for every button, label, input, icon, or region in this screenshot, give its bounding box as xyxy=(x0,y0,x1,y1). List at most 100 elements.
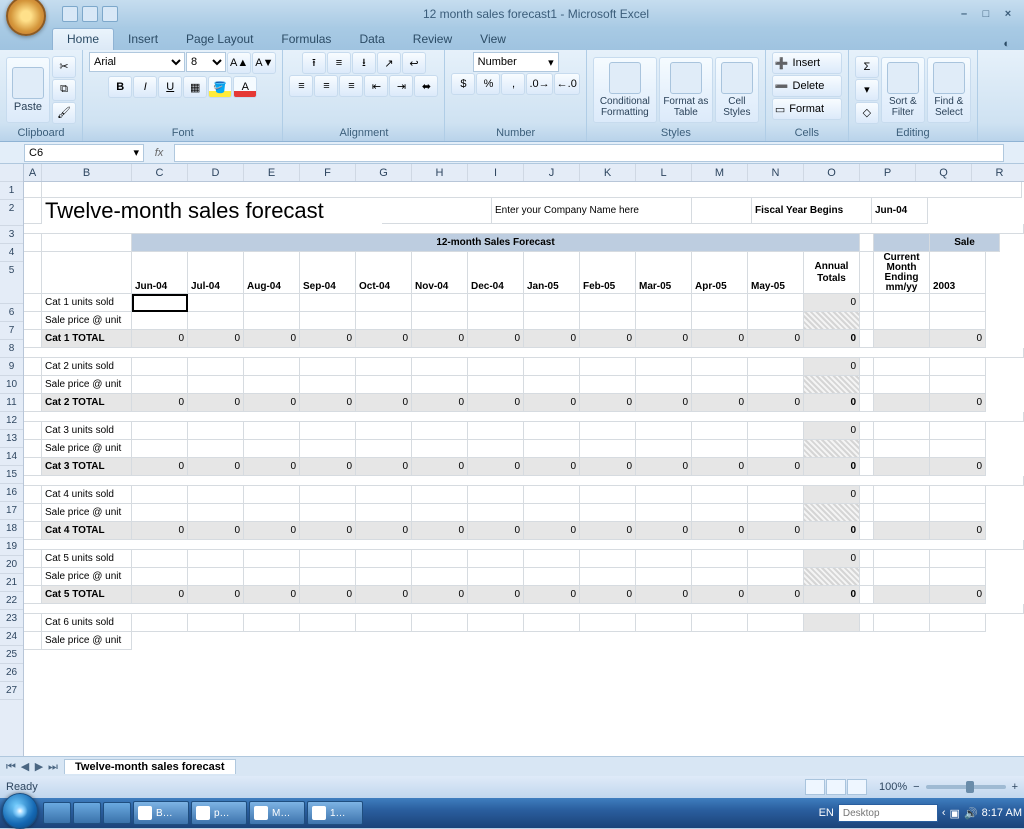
row-units-4[interactable]: Cat 5 units sold xyxy=(42,550,132,568)
units-total-3[interactable]: 0 xyxy=(804,486,860,504)
formula-bar[interactable] xyxy=(174,144,1004,162)
autosum-icon[interactable]: Σ xyxy=(855,56,879,78)
selected-cell[interactable] xyxy=(132,294,188,312)
ie-icon[interactable] xyxy=(43,802,71,824)
format-painter-icon[interactable]: 🖌 xyxy=(52,102,76,124)
row-units-1[interactable]: Cat 2 units sold xyxy=(42,358,132,376)
forecast-band[interactable]: 12-month Sales Forecast xyxy=(132,234,860,252)
total-1-10[interactable]: 0 xyxy=(692,394,748,412)
underline-button[interactable]: U xyxy=(158,76,182,98)
row-price-2[interactable]: Sale price @ unit xyxy=(42,440,132,458)
total-0-3[interactable]: 0 xyxy=(300,330,356,348)
align-top-icon[interactable]: ⭱ xyxy=(302,52,326,74)
total-2-10[interactable]: 0 xyxy=(692,458,748,476)
row-units-2[interactable]: Cat 3 units sold xyxy=(42,422,132,440)
total-1-8[interactable]: 0 xyxy=(580,394,636,412)
taskbar-app[interactable]: 1… xyxy=(307,801,363,825)
language-indicator[interactable]: EN xyxy=(819,807,834,819)
total-0-11[interactable]: 0 xyxy=(748,330,804,348)
units-total-4[interactable]: 0 xyxy=(804,550,860,568)
merge-center-icon[interactable]: ⬌ xyxy=(414,75,438,97)
align-middle-icon[interactable]: ≡ xyxy=(327,52,351,74)
col-header-F[interactable]: F xyxy=(300,164,356,181)
font-color-icon[interactable]: A xyxy=(233,76,257,98)
row-header-25[interactable]: 25 xyxy=(0,646,23,664)
row-header-13[interactable]: 13 xyxy=(0,430,23,448)
annual-total-3[interactable]: 0 xyxy=(804,522,860,540)
media-icon[interactable] xyxy=(103,802,131,824)
row-header-22[interactable]: 22 xyxy=(0,592,23,610)
sheet-tab[interactable]: Twelve-month sales forecast xyxy=(64,759,236,774)
row-header-11[interactable]: 11 xyxy=(0,394,23,412)
annual-total-0[interactable]: 0 xyxy=(804,330,860,348)
col-header-M[interactable]: M xyxy=(692,164,748,181)
col-header-K[interactable]: K xyxy=(580,164,636,181)
col-header-R[interactable]: R xyxy=(972,164,1024,181)
right-total-1[interactable]: 0 xyxy=(930,394,986,412)
total-4-5[interactable]: 0 xyxy=(412,586,468,604)
row-header-10[interactable]: 10 xyxy=(0,376,23,394)
format-as-table-button[interactable]: Format as Table xyxy=(659,57,713,123)
row-price-4[interactable]: Sale price @ unit xyxy=(42,568,132,586)
total-4-1[interactable]: 0 xyxy=(188,586,244,604)
decrease-decimal-icon[interactable]: ←.0 xyxy=(554,73,580,95)
paste-button[interactable]: Paste xyxy=(6,57,50,123)
month-hdr-0[interactable]: Jun-04 xyxy=(132,252,188,294)
total-0-4[interactable]: 0 xyxy=(356,330,412,348)
total-2-1[interactable]: 0 xyxy=(188,458,244,476)
total-1-7[interactable]: 0 xyxy=(524,394,580,412)
total-3-7[interactable]: 0 xyxy=(524,522,580,540)
col-header-D[interactable]: D xyxy=(188,164,244,181)
total-1-11[interactable]: 0 xyxy=(748,394,804,412)
col-header-J[interactable]: J xyxy=(524,164,580,181)
cell-styles-button[interactable]: Cell Styles xyxy=(715,57,759,123)
total-0-6[interactable]: 0 xyxy=(468,330,524,348)
save-icon[interactable] xyxy=(62,6,78,22)
row-total-0[interactable]: Cat 1 TOTAL xyxy=(42,330,132,348)
row-header-17[interactable]: 17 xyxy=(0,502,23,520)
price-annual-4[interactable] xyxy=(804,568,860,586)
month-hdr-10[interactable]: Apr-05 xyxy=(692,252,748,294)
month-hdr-9[interactable]: Mar-05 xyxy=(636,252,692,294)
taskbar-app[interactable]: B… xyxy=(133,801,189,825)
total-3-6[interactable]: 0 xyxy=(468,522,524,540)
annual-hdr[interactable]: Annual Totals xyxy=(804,252,860,294)
fiscal-year-label[interactable]: Fiscal Year Begins xyxy=(752,198,872,224)
cut-icon[interactable]: ✂ xyxy=(52,56,76,78)
help-icon[interactable]: ◐ xyxy=(1003,38,1010,50)
total-4-0[interactable]: 0 xyxy=(132,586,188,604)
tab-page-layout[interactable]: Page Layout xyxy=(172,29,267,50)
row-header-23[interactable]: 23 xyxy=(0,610,23,628)
col-header-A[interactable]: A xyxy=(24,164,42,181)
tab-formulas[interactable]: Formulas xyxy=(267,29,345,50)
col-header-N[interactable]: N xyxy=(748,164,804,181)
tab-insert[interactable]: Insert xyxy=(114,29,172,50)
total-2-6[interactable]: 0 xyxy=(468,458,524,476)
right-total-3[interactable]: 0 xyxy=(930,522,986,540)
percent-icon[interactable]: % xyxy=(476,73,500,95)
row-header-6[interactable]: 6 xyxy=(0,304,23,322)
zoom-out-button[interactable]: − xyxy=(913,781,919,793)
taskbar-app[interactable]: M… xyxy=(249,801,305,825)
tab-view[interactable]: View xyxy=(466,29,520,50)
wrap-text-icon[interactable]: ↩ xyxy=(402,52,426,74)
total-4-9[interactable]: 0 xyxy=(636,586,692,604)
right-hdr[interactable]: Current Month Ending mm/yy xyxy=(874,252,930,294)
total-3-5[interactable]: 0 xyxy=(412,522,468,540)
total-1-3[interactable]: 0 xyxy=(300,394,356,412)
right-year[interactable]: 2003 xyxy=(930,252,986,294)
total-2-0[interactable]: 0 xyxy=(132,458,188,476)
total-0-5[interactable]: 0 xyxy=(412,330,468,348)
total-4-10[interactable]: 0 xyxy=(692,586,748,604)
col-header-O[interactable]: O xyxy=(804,164,860,181)
total-3-9[interactable]: 0 xyxy=(636,522,692,540)
total-3-4[interactable]: 0 xyxy=(356,522,412,540)
month-hdr-5[interactable]: Nov-04 xyxy=(412,252,468,294)
month-hdr-11[interactable]: May-05 xyxy=(748,252,804,294)
conditional-formatting-button[interactable]: Conditional Formatting xyxy=(593,57,657,123)
row-units-0[interactable]: Cat 1 units sold xyxy=(42,294,132,312)
desktop-search[interactable] xyxy=(838,804,938,822)
fiscal-year-value[interactable]: Jun-04 xyxy=(872,198,928,224)
total-0-2[interactable]: 0 xyxy=(244,330,300,348)
price-annual-2[interactable] xyxy=(804,440,860,458)
